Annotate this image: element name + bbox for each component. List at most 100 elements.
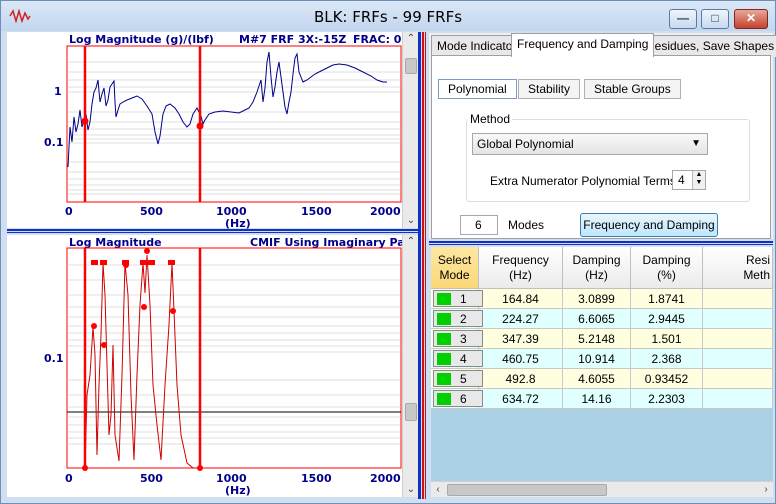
frf-plot-scrollbar[interactable]: ⌃ ⌄ bbox=[402, 32, 418, 228]
mode-number: 5 bbox=[460, 372, 467, 386]
frf-grid bbox=[67, 61, 401, 195]
table-scroll-thumb[interactable] bbox=[447, 484, 607, 496]
select-mode-cell[interactable]: 3 bbox=[431, 329, 483, 349]
cell-residue-method bbox=[703, 389, 773, 409]
cell-residue-method bbox=[703, 289, 773, 309]
select-mode-toggle[interactable]: 6 bbox=[433, 390, 483, 407]
cell-residue-method bbox=[703, 349, 773, 369]
column-header-residue-method[interactable]: Resi Meth bbox=[703, 247, 773, 289]
cell-damp_hz: 6.6065 bbox=[563, 309, 631, 329]
cell-residue-method bbox=[703, 309, 773, 329]
scroll-down-icon[interactable]: ⌄ bbox=[403, 214, 419, 228]
modes-count-field[interactable]: 6 bbox=[460, 215, 498, 235]
column-header-damping-hz[interactable]: Damping (Hz) bbox=[563, 247, 631, 289]
select-mode-cell[interactable]: 6 bbox=[431, 389, 483, 409]
frequency-damping-tab-body: Polynomial Stability Stable Groups Metho… bbox=[431, 55, 771, 239]
scroll-down-icon[interactable]: ⌄ bbox=[403, 483, 419, 497]
extra-terms-value[interactable]: 4 bbox=[678, 173, 685, 187]
cmif-plot-scrollbar[interactable]: ⌃ ⌄ bbox=[402, 235, 418, 497]
mode-number: 2 bbox=[460, 312, 467, 326]
select-mode-cell[interactable]: 1 bbox=[431, 289, 483, 309]
horizontal-separator[interactable] bbox=[7, 229, 419, 231]
method-group-label: Method bbox=[468, 112, 513, 126]
select-mode-toggle[interactable]: 4 bbox=[433, 350, 483, 367]
frf-cursor-right-marker bbox=[196, 122, 204, 130]
cmif-plot-svg[interactable] bbox=[7, 235, 403, 497]
table-row[interactable]: 4 460.75 10.914 2.368 bbox=[431, 349, 773, 369]
select-mode-toggle[interactable]: 5 bbox=[433, 370, 483, 387]
select-mode-toggle[interactable]: 1 bbox=[433, 290, 483, 307]
scroll-right-icon[interactable]: › bbox=[759, 482, 773, 498]
close-button[interactable]: ✕ bbox=[734, 9, 768, 29]
table-row[interactable]: 5 492.8 4.6055 0.93452 bbox=[431, 369, 773, 389]
cell-damp_pct: 1.501 bbox=[631, 329, 703, 349]
select-mode-cell[interactable]: 4 bbox=[431, 349, 483, 369]
mode-number: 3 bbox=[460, 332, 467, 346]
mode-number: 4 bbox=[460, 352, 467, 366]
title-bar[interactable]: BLK: FRFs - 99 FRFs — □ ✕ bbox=[1, 1, 775, 31]
table-row[interactable]: 1 164.84 3.0899 1.8741 bbox=[431, 289, 773, 309]
table-row[interactable]: 2 224.27 6.6065 2.9445 bbox=[431, 309, 773, 329]
tab-residues-save-shapes[interactable]: Residues, Save Shapes bbox=[640, 35, 776, 57]
extra-terms-stepper[interactable]: 4 ▲ ▼ bbox=[672, 170, 706, 190]
select-mode-toggle[interactable]: 2 bbox=[433, 310, 483, 327]
cell-damp_pct: 2.2303 bbox=[631, 389, 703, 409]
modes-count-value[interactable]: 6 bbox=[475, 218, 482, 232]
mode-number: 6 bbox=[460, 392, 467, 406]
scroll-up-icon[interactable]: ⌃ bbox=[403, 235, 419, 249]
right-horizontal-separator[interactable] bbox=[429, 241, 773, 243]
frf-y-tick-0-1: 0.1 bbox=[44, 136, 64, 149]
close-icon: ✕ bbox=[745, 11, 757, 25]
subtab-stable-groups[interactable]: Stable Groups bbox=[584, 79, 681, 99]
frf-scroll-thumb[interactable] bbox=[405, 58, 417, 74]
vertical-splitter-blue[interactable] bbox=[418, 32, 421, 499]
scroll-up-icon[interactable]: ⌃ bbox=[403, 32, 419, 46]
tab-frequency-and-damping[interactable]: Frequency and Damping bbox=[511, 33, 655, 57]
select-mode-cell[interactable]: 5 bbox=[431, 369, 483, 389]
method-groupbox bbox=[466, 119, 750, 202]
frf-plot-panel[interactable]: Log Magnitude (g)/(lbf) M#7 FRF 3X:-15Z … bbox=[7, 32, 403, 230]
cell-freq: 460.75 bbox=[479, 349, 563, 369]
frequency-and-damping-button[interactable]: Frequency and Damping bbox=[580, 213, 718, 237]
cell-damp_pct: 0.93452 bbox=[631, 369, 703, 389]
table-row[interactable]: 3 347.39 5.2148 1.501 bbox=[431, 329, 773, 349]
subtab-polynomial[interactable]: Polynomial bbox=[438, 79, 517, 99]
cmif-plot-panel[interactable]: Log Magnitude CMIF Using Imaginary Part bbox=[7, 235, 415, 497]
cmif-x-unit: (Hz) bbox=[225, 484, 251, 497]
cmif-curve bbox=[84, 254, 200, 469]
vertical-splitter-red-thin bbox=[425, 32, 426, 499]
method-selected-value: Global Polynomial bbox=[477, 137, 574, 151]
vertical-splitter-red bbox=[422, 32, 424, 499]
table-row[interactable]: 6 634.72 14.16 2.2303 bbox=[431, 389, 773, 409]
cmif-grid bbox=[67, 264, 401, 445]
scroll-left-icon[interactable]: ‹ bbox=[431, 482, 445, 498]
cell-damp_hz: 5.2148 bbox=[563, 329, 631, 349]
cell-freq: 347.39 bbox=[479, 329, 563, 349]
cell-damp_hz: 4.6055 bbox=[563, 369, 631, 389]
select-mode-toggle[interactable]: 3 bbox=[433, 330, 483, 347]
app-window: BLK: FRFs - 99 FRFs — □ ✕ Log Magnitude … bbox=[0, 0, 776, 504]
column-header-select-mode[interactable]: Select Mode bbox=[431, 247, 479, 289]
frf-curve bbox=[67, 51, 387, 168]
minimize-button[interactable]: — bbox=[669, 9, 697, 29]
cell-freq: 634.72 bbox=[479, 389, 563, 409]
subtab-stability[interactable]: Stability bbox=[518, 79, 581, 99]
tab-mode-indicator[interactable]: Mode Indicator bbox=[431, 35, 523, 57]
cell-damp_pct: 2.9445 bbox=[631, 309, 703, 329]
chevron-down-icon: ▼ bbox=[691, 138, 701, 149]
table-horizontal-scrollbar[interactable]: ‹ › bbox=[431, 481, 773, 497]
column-header-frequency[interactable]: Frequency (Hz) bbox=[479, 247, 563, 289]
cmif-plot-frame bbox=[66, 247, 402, 469]
select-mode-cell[interactable]: 2 bbox=[431, 309, 483, 329]
frf-plot-svg[interactable] bbox=[7, 32, 403, 228]
cmif-x-tick-0: 0 bbox=[65, 472, 73, 485]
maximize-button[interactable]: □ bbox=[701, 9, 729, 29]
stepper-arrows-icon[interactable]: ▲ ▼ bbox=[692, 171, 705, 189]
mode-selected-indicator bbox=[437, 333, 451, 345]
mode-selected-indicator bbox=[437, 353, 451, 365]
frf-x-tick-0: 0 bbox=[65, 205, 73, 218]
column-header-damping-pct[interactable]: Damping (%) bbox=[631, 247, 703, 289]
method-select[interactable]: Global Polynomial ▼ bbox=[472, 133, 708, 155]
cmif-x-tick-500: 500 bbox=[140, 472, 163, 485]
cmif-scroll-thumb[interactable] bbox=[405, 403, 417, 421]
